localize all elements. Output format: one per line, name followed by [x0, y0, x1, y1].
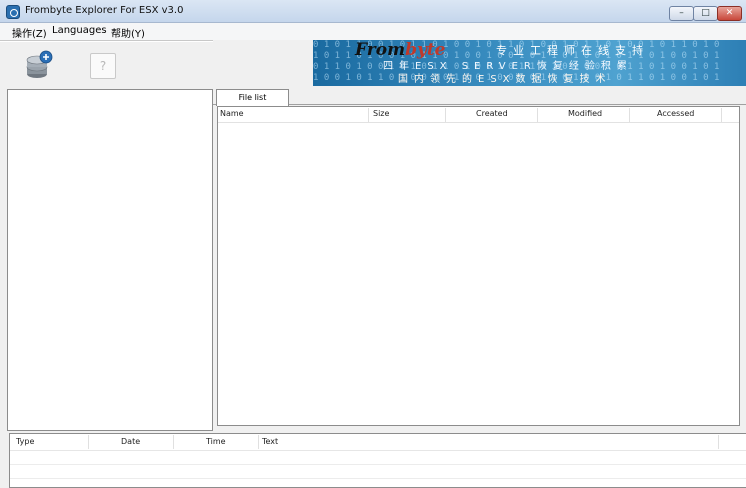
- column-divider[interactable]: [537, 108, 538, 122]
- column-created[interactable]: Created: [476, 109, 508, 118]
- column-divider[interactable]: [88, 435, 89, 449]
- column-divider[interactable]: [629, 108, 630, 122]
- title-bar: Frombyte Explorer For ESX v3.0 – □ ✕: [0, 0, 746, 23]
- column-divider[interactable]: [173, 435, 174, 449]
- column-name[interactable]: Name: [220, 109, 244, 118]
- toolbar-separator: [0, 40, 213, 42]
- help-icon: ?: [99, 59, 107, 73]
- menu-operate[interactable]: 操作(Z): [12, 25, 47, 40]
- column-divider[interactable]: [258, 435, 259, 449]
- banner-line-1: 专业工程师在线支持: [496, 44, 649, 57]
- log-list-header: Type Date Time Text: [10, 434, 746, 451]
- folder-tree-panel[interactable]: [7, 89, 213, 431]
- column-text[interactable]: Text: [262, 437, 278, 446]
- column-time[interactable]: Time: [206, 437, 226, 446]
- column-accessed[interactable]: Accessed: [657, 109, 694, 118]
- menu-help[interactable]: 帮助(Y): [111, 25, 145, 40]
- close-button[interactable]: ✕: [717, 6, 742, 21]
- column-divider[interactable]: [718, 435, 719, 449]
- help-button[interactable]: ?: [90, 53, 116, 79]
- file-list-header: Name Size Created Modified Accessed: [218, 107, 739, 123]
- column-divider[interactable]: [368, 108, 369, 122]
- database-add-icon: [26, 50, 53, 78]
- promo-banner: 0 1 0 1 1 0 0 1 0 1 1 0 1 0 0 1 0 1 1 0 …: [313, 40, 746, 86]
- column-modified[interactable]: Modified: [568, 109, 602, 118]
- app-icon: [6, 5, 20, 19]
- minimize-button[interactable]: –: [669, 6, 694, 21]
- log-list-view[interactable]: Type Date Time Text: [9, 433, 746, 488]
- banner-line-3: 国内领先的ESX数据恢复技术: [398, 74, 612, 85]
- column-divider[interactable]: [445, 108, 446, 122]
- column-size[interactable]: Size: [373, 109, 389, 118]
- file-list-view[interactable]: Name Size Created Modified Accessed: [217, 106, 740, 426]
- window-title: Frombyte Explorer For ESX v3.0: [25, 5, 184, 16]
- log-row-divider: [10, 478, 746, 479]
- tab-file-list[interactable]: File list: [216, 89, 289, 106]
- log-row-divider: [10, 464, 746, 465]
- menu-languages[interactable]: Languages: [52, 25, 107, 36]
- column-divider[interactable]: [721, 108, 722, 122]
- maximize-button[interactable]: □: [693, 6, 718, 21]
- open-database-button[interactable]: [24, 50, 54, 82]
- menu-bar: 操作(Z) Languages 帮助(Y): [0, 23, 746, 40]
- column-type[interactable]: Type: [16, 437, 34, 446]
- column-date[interactable]: Date: [121, 437, 140, 446]
